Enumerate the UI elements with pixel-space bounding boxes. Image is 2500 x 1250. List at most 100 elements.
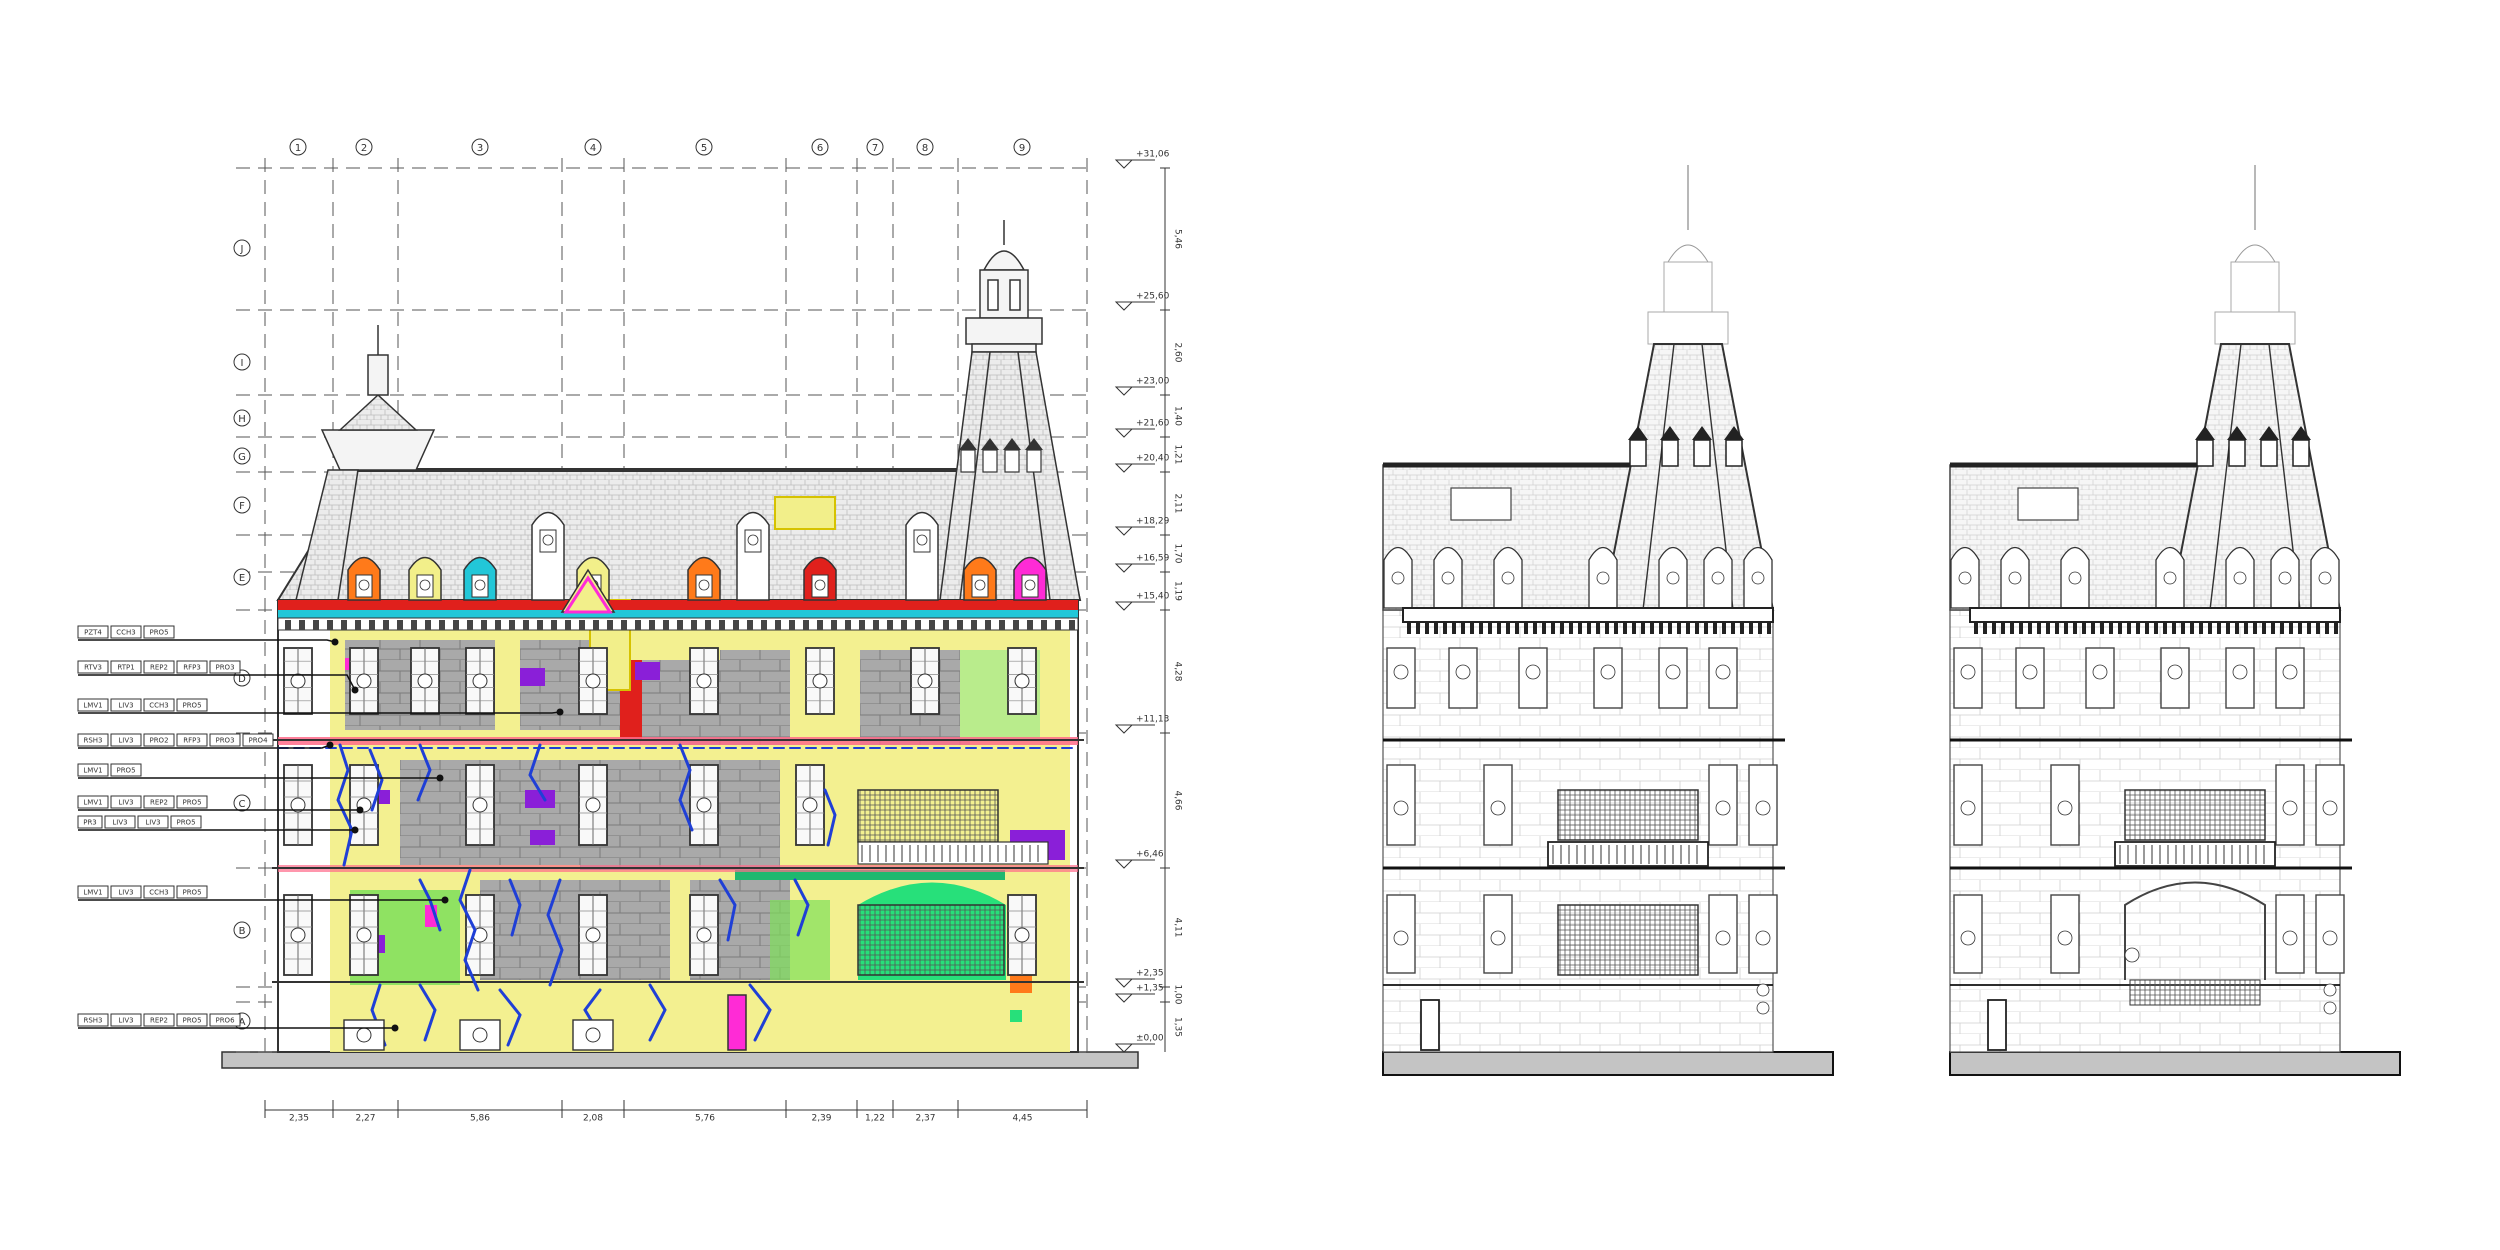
corbel <box>2001 622 2005 634</box>
corbel <box>2010 622 2014 634</box>
entry-door <box>1420 999 1440 1051</box>
window-tag <box>585 927 601 943</box>
window-tag <box>358 579 370 591</box>
corbel <box>2226 622 2230 634</box>
plinth-vent <box>343 1019 385 1051</box>
corbel <box>523 620 529 630</box>
legend-code: LIV3 <box>145 819 160 827</box>
corbel <box>565 620 571 630</box>
corbel <box>1659 622 1663 634</box>
legend-code: CCH3 <box>149 702 169 710</box>
legend-code: PRO5 <box>149 629 168 637</box>
corbel <box>2046 622 2050 634</box>
dormer <box>531 511 565 601</box>
corbel <box>1041 620 1047 630</box>
window-tag <box>1755 930 1771 946</box>
corbel <box>1641 622 1645 634</box>
window-tag <box>1715 800 1731 816</box>
corbel <box>957 620 963 630</box>
vertical-dimension-text: 4,28 <box>1173 661 1183 681</box>
window-tag <box>1711 571 1725 585</box>
column-axes: 1 2 3 4 5 6 7 8 9 <box>289 138 1031 156</box>
tower-dormer <box>1693 439 1711 467</box>
legend-code: LMV1 <box>83 767 102 775</box>
window-tag <box>2124 947 2140 963</box>
corbel <box>1470 622 1474 634</box>
window-tag <box>1393 800 1409 816</box>
legend-code: LMV1 <box>83 702 102 710</box>
level-text: +2,35 <box>1136 969 1164 979</box>
legend-code: RFP3 <box>183 737 201 745</box>
axis-label-3: 3 <box>477 143 483 154</box>
vertical-dimension-text: 4,11 <box>1173 917 1183 937</box>
tower-lantern <box>2230 261 2280 313</box>
cornice <box>1402 607 1774 623</box>
corbel <box>649 620 655 630</box>
corbel <box>2163 622 2167 634</box>
window-tag <box>747 534 759 546</box>
corbel <box>1416 622 1420 634</box>
corbel <box>817 620 823 630</box>
legend-code: RTV3 <box>84 664 102 672</box>
corbel <box>1524 622 1528 634</box>
window-tag <box>1960 930 1976 946</box>
corbel <box>1992 622 1996 634</box>
window-tag <box>2232 664 2248 680</box>
corbel <box>775 620 781 630</box>
tower-dormer <box>1661 439 1679 467</box>
corbel <box>691 620 697 630</box>
corbel <box>2235 622 2239 634</box>
corbel <box>1623 622 1627 634</box>
row-label-C: C <box>239 799 246 810</box>
vertical-dimension-text: 4,66 <box>1173 790 1183 810</box>
entry-door <box>727 994 747 1051</box>
corbel <box>593 620 599 630</box>
level-text: +31,06 <box>1136 150 1170 160</box>
level-triangle <box>1114 601 1134 611</box>
leader-dot <box>351 826 359 834</box>
corbel <box>915 620 921 630</box>
leader-dot <box>331 638 339 646</box>
window-tag <box>1600 664 1616 680</box>
corbel <box>537 620 543 630</box>
axis-label-4: 4 <box>590 143 596 154</box>
window-tag <box>1441 571 1455 585</box>
corbel <box>439 620 445 630</box>
tower-dormer <box>2260 439 2278 467</box>
window-tag <box>2323 1001 2337 1015</box>
corbel <box>481 620 487 630</box>
tower-dormer <box>1004 449 1020 473</box>
corbel <box>425 620 431 630</box>
corbel <box>1533 622 1537 634</box>
plinth-vent <box>459 1019 501 1051</box>
dim-text: 2,39 <box>811 1114 831 1124</box>
corbel <box>1740 622 1744 634</box>
window-tag <box>696 927 712 943</box>
axis-label-7: 7 <box>872 143 878 154</box>
tower-lantern <box>1663 261 1713 313</box>
window-tag <box>812 673 828 689</box>
window-tag <box>2323 983 2337 997</box>
leader-dot <box>356 806 364 814</box>
legend-code: LIV3 <box>118 1017 133 1025</box>
corbel <box>1974 622 1978 634</box>
corbel <box>467 620 473 630</box>
level-text: +11,13 <box>1136 715 1169 725</box>
corbel <box>999 620 1005 630</box>
window-tag <box>474 579 486 591</box>
corbel <box>2262 622 2266 634</box>
ground-arch-grille <box>1557 904 1699 976</box>
balcony-railing <box>1547 841 1709 867</box>
window-tag <box>356 673 372 689</box>
legend-code: PRO5 <box>182 702 201 710</box>
window-tag <box>802 797 818 813</box>
tower-dormer <box>960 449 976 473</box>
corbel <box>1596 622 1600 634</box>
corbel <box>1479 622 1483 634</box>
corbel <box>1578 622 1582 634</box>
window-tag <box>585 673 601 689</box>
tower-dome <box>1667 244 1709 263</box>
level-triangle <box>1114 859 1134 869</box>
window-tag <box>2057 800 2073 816</box>
window-tag <box>290 673 306 689</box>
